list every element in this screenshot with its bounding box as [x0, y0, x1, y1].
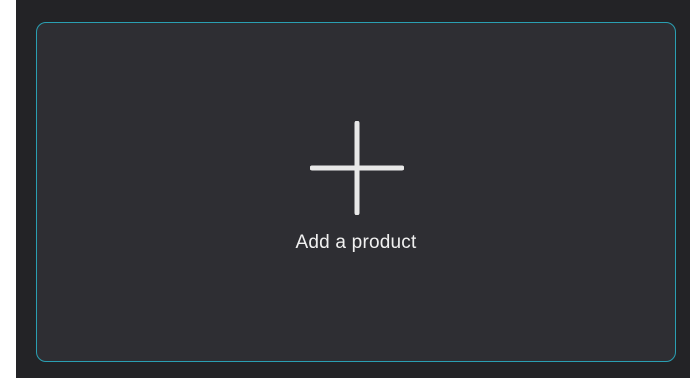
add-product-label: Add a product — [295, 232, 417, 253]
plus-icon — [310, 121, 404, 215]
